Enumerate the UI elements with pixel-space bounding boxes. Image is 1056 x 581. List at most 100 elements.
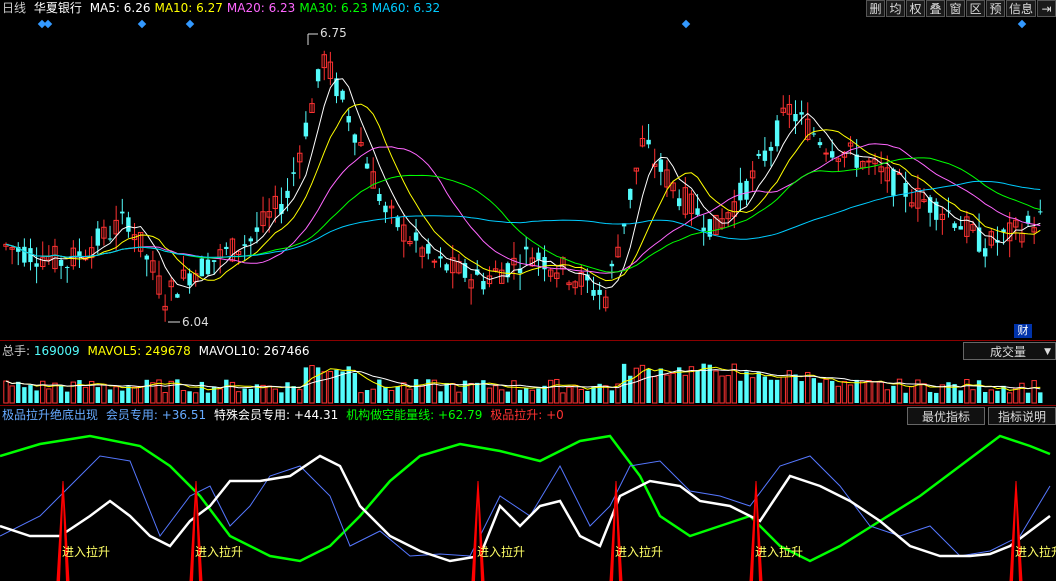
volume-bar (505, 391, 511, 403)
volume-bar (187, 391, 192, 403)
low-price-label: 6.04 (182, 315, 209, 329)
volume-bar (1025, 392, 1031, 403)
volume-bar (988, 389, 995, 404)
volume-bar (768, 379, 774, 403)
volume-bar (817, 382, 823, 403)
volume-bar (137, 385, 144, 404)
period-label[interactable]: 日线 (2, 1, 26, 15)
ma-line (5, 180, 1041, 258)
candle-body (444, 264, 449, 271)
inst-label: 机构做空能量线: (346, 408, 435, 422)
average-button[interactable]: 均 (886, 0, 905, 17)
volume-bar (9, 385, 15, 404)
volume-bar (131, 386, 138, 404)
volume-bar (713, 370, 719, 404)
volume-bar (756, 371, 761, 403)
volume-bar (774, 379, 780, 403)
volume-bar (377, 379, 382, 403)
volume-bar (995, 390, 1000, 403)
volume-bar (126, 386, 131, 403)
volume-bar (364, 390, 370, 403)
volume-bar (1006, 392, 1013, 404)
volume-bar (450, 383, 456, 404)
volume-bar (475, 382, 480, 403)
volume-panel[interactable]: 总手: 169009 MAVOL5: 249678 MAVOL10: 26746… (0, 341, 1056, 405)
volume-bar (242, 388, 247, 403)
volume-bar (370, 388, 376, 404)
event-marker-icon (681, 19, 691, 29)
candle-body (120, 211, 125, 214)
candle-body (438, 256, 443, 259)
volume-bar (395, 386, 400, 403)
candle-body (536, 252, 541, 260)
event-marker-icon (1017, 19, 1027, 29)
range-button[interactable]: 区 (966, 0, 985, 17)
candle-body (107, 238, 113, 240)
institution-energy-line (0, 434, 1051, 563)
volume-indicator-select[interactable]: 成交量 ▼ (963, 342, 1056, 360)
candle-body (591, 290, 596, 296)
volume-bar (492, 385, 499, 404)
best-indicator-button[interactable]: 最优指标 (907, 407, 985, 425)
candle-body (426, 244, 431, 254)
chevron-down-icon: ▼ (1044, 347, 1051, 357)
volume-bar (830, 380, 835, 403)
main-chart-panel[interactable]: 日线 华夏银行 MA5: 6.26 MA10: 6.27 MA20: 6.23 MA3… (0, 0, 1056, 340)
lift-signal-label: 进入拉升 (1015, 544, 1056, 559)
rights-button[interactable]: 权 (906, 0, 925, 17)
volume-bar (841, 381, 848, 404)
candle-body (823, 152, 829, 155)
ma-legend-item: MA30: 6.23 (299, 1, 368, 15)
ma-legend-item: MA60: 6.32 (371, 1, 441, 15)
volume-bar (878, 381, 884, 404)
indicator-panel[interactable]: 极品拉升绝底出现 会员专用: +36.51 特殊会员专用: +44.31 机构做… (0, 406, 1056, 581)
candle-body (340, 90, 345, 100)
volume-bar (309, 365, 315, 404)
volume-bar (983, 392, 988, 403)
volume-bar (315, 367, 321, 403)
candle-body (248, 238, 253, 242)
candle-body (254, 227, 260, 232)
member-label: 会员专用: (105, 408, 158, 422)
candle-body (646, 139, 651, 145)
volume-bar (113, 386, 119, 404)
volume-bar (921, 383, 927, 404)
candle-body (22, 246, 27, 263)
volume-bar (1038, 392, 1043, 403)
candle-body (481, 281, 486, 290)
volume-bar (321, 371, 327, 404)
volume-bar (670, 372, 676, 404)
candle-body (628, 188, 633, 200)
finance-badge[interactable]: 财 (1014, 324, 1032, 338)
volume-bar (224, 379, 229, 403)
window-button[interactable]: 窗 (946, 0, 965, 17)
main-chart-header: 日线 华夏银行 MA5: 6.26 MA10: 6.27 MA20: 6.23 MA3… (2, 0, 448, 16)
volume-bar (603, 385, 609, 404)
candle-body (756, 153, 761, 156)
candle-body (431, 260, 438, 263)
candle-body (597, 289, 602, 295)
candle-body (352, 134, 358, 143)
volume-bar (652, 376, 658, 404)
up-label: 极品拉升: (490, 408, 543, 422)
indicator-chart[interactable]: 进入拉升 进入拉升 进入拉升 进入拉升 进入拉升 进入拉升 (0, 426, 1056, 581)
overlay-button[interactable]: 叠 (926, 0, 945, 17)
volume-bar (468, 382, 474, 404)
forecast-button[interactable]: 预 (986, 0, 1005, 17)
volume-chart[interactable] (0, 360, 1056, 404)
volume-bar (334, 369, 339, 403)
delete-button[interactable]: 删 (866, 0, 885, 17)
volume-bar (566, 386, 572, 404)
exit-icon[interactable]: ⇥ (1037, 0, 1056, 17)
ma-line (5, 78, 1041, 289)
mavol-line (5, 368, 1041, 390)
chart-toolbar: 删 均 权 叠 窗 区 预 信息 ⇥ (865, 0, 1056, 17)
info-button[interactable]: 信息 (1006, 0, 1036, 17)
candlestick-chart[interactable]: 6.75 6.04 (0, 17, 1056, 339)
candle-body (952, 223, 957, 228)
mavol5-label: MAVOL5: (87, 344, 142, 358)
volume-bar (847, 384, 854, 404)
total-volume-label: 总手: (2, 344, 31, 358)
volume-bar (780, 376, 786, 404)
indicator-help-button[interactable]: 指标说明 (988, 407, 1056, 425)
